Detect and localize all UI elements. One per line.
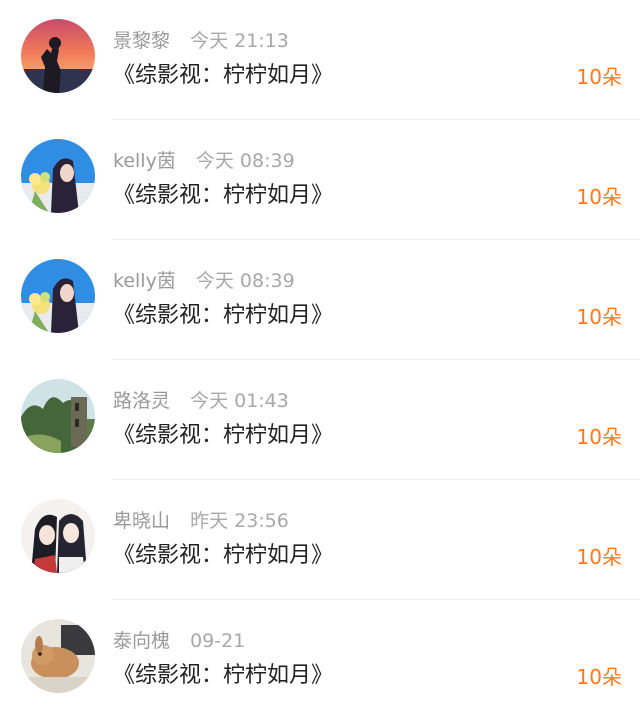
list-item[interactable]: kelly茵 今天 08:39 《综影视：柠柠如月》 10朵 [0, 240, 640, 360]
timestamp: 今天 01:43 [190, 390, 289, 412]
meta-line: kelly茵 今天 08:39 [113, 148, 295, 174]
anime-couple-avatar[interactable] [21, 499, 95, 573]
girl-with-flowers-avatar[interactable] [21, 259, 95, 333]
gift-count: 10朵 [576, 65, 622, 89]
timestamp: 09-21 [190, 630, 246, 652]
timestamp: 今天 08:39 [195, 270, 295, 292]
user-name[interactable]: 泰向槐 [113, 630, 170, 652]
meta-line: 景黎黎 今天 21:13 [113, 28, 289, 54]
user-name[interactable]: 路洛灵 [113, 390, 170, 412]
gift-record-list: 景黎黎 今天 21:13 《综影视：柠柠如月》 10朵 kelly茵 今天 08… [0, 0, 640, 722]
list-item[interactable]: 泰向槐 09-21 《综影视：柠柠如月》 10朵 [0, 600, 640, 720]
gift-count: 10朵 [576, 545, 622, 569]
book-title[interactable]: 《综影视：柠柠如月》 [113, 420, 333, 452]
book-title[interactable]: 《综影视：柠柠如月》 [113, 60, 333, 92]
meta-line: kelly茵 今天 08:39 [113, 268, 295, 294]
rabbit-avatar[interactable] [21, 619, 95, 693]
gift-count: 10朵 [576, 185, 622, 209]
timestamp: 今天 08:39 [195, 150, 295, 172]
forest-ruins-avatar[interactable] [21, 379, 95, 453]
user-name[interactable]: 卑晓山 [113, 510, 170, 532]
gift-count: 10朵 [576, 425, 622, 449]
timestamp: 昨天 23:56 [190, 510, 289, 532]
girl-with-flowers-avatar[interactable] [21, 139, 95, 213]
meta-line: 路洛灵 今天 01:43 [113, 388, 289, 414]
meta-line: 泰向槐 09-21 [113, 628, 245, 654]
user-name[interactable]: 景黎黎 [113, 30, 170, 52]
book-title[interactable]: 《综影视：柠柠如月》 [113, 660, 333, 692]
list-item[interactable]: 路洛灵 今天 01:43 《综影视：柠柠如月》 10朵 [0, 360, 640, 480]
list-item[interactable]: 景黎黎 今天 21:13 《综影视：柠柠如月》 10朵 [0, 0, 640, 120]
timestamp: 今天 21:13 [190, 30, 289, 52]
meta-line: 卑晓山 昨天 23:56 [113, 508, 289, 534]
user-name[interactable]: kelly茵 [113, 150, 176, 172]
list-item[interactable]: 卑晓山 昨天 23:56 《综影视：柠柠如月》 10朵 [0, 480, 640, 600]
gift-count: 10朵 [576, 305, 622, 329]
user-name[interactable]: kelly茵 [113, 270, 176, 292]
gift-count: 10朵 [576, 665, 622, 689]
book-title[interactable]: 《综影视：柠柠如月》 [113, 540, 333, 572]
list-item[interactable]: kelly茵 今天 08:39 《综影视：柠柠如月》 10朵 [0, 120, 640, 240]
sunset-silhouette-avatar[interactable] [21, 19, 95, 93]
book-title[interactable]: 《综影视：柠柠如月》 [113, 300, 333, 332]
book-title[interactable]: 《综影视：柠柠如月》 [113, 180, 333, 212]
